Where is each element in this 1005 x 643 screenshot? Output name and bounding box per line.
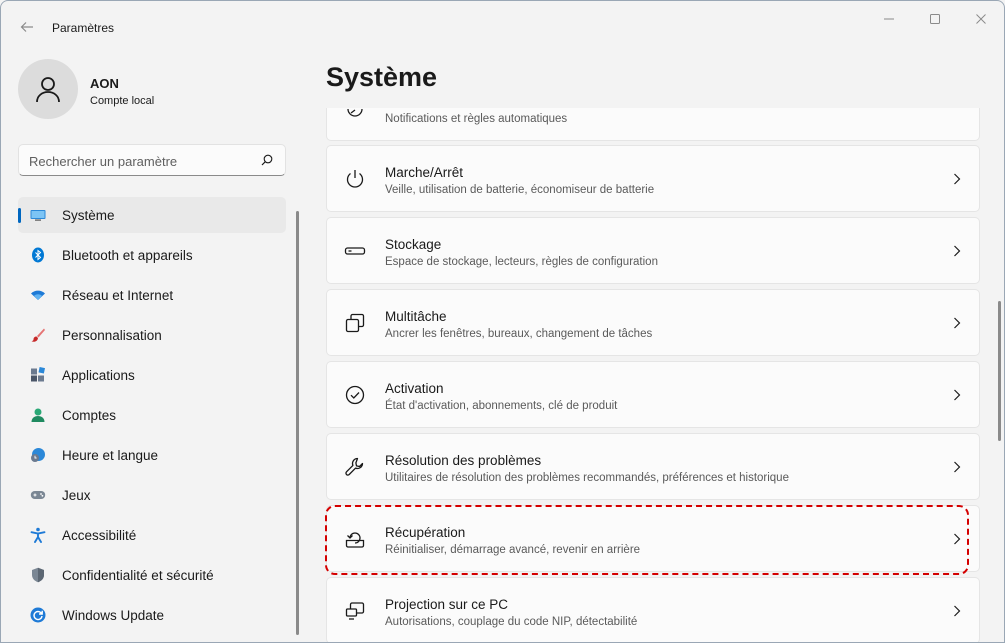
card-subtitle: Ancrer les fenêtres, bureaux, changement… <box>385 328 653 340</box>
card-marche-arret[interactable]: Marche/Arrêt Veille, utilisation de batt… <box>326 145 980 212</box>
card-resolution-problemes[interactable]: Résolution des problèmes Utilitaires de … <box>326 433 980 500</box>
back-arrow-icon <box>20 22 33 32</box>
accessibility-icon <box>29 526 47 544</box>
card-title: Multitâche <box>385 309 447 324</box>
storage-icon <box>344 240 366 262</box>
account-type: Compte local <box>90 95 155 107</box>
sidebar-item-windows-update[interactable]: Windows Update <box>18 597 286 633</box>
card-projection[interactable]: Projection sur ce PC Autorisations, coup… <box>326 577 980 642</box>
person-icon <box>29 406 47 424</box>
monitor-icon <box>29 206 47 224</box>
apps-icon <box>29 366 47 384</box>
card-subtitle: Espace de stockage, lecteurs, règles de … <box>385 256 658 268</box>
shield-icon <box>29 566 47 584</box>
maximize-button[interactable] <box>912 1 958 37</box>
card-multitache[interactable]: Multitâche Ancrer les fenêtres, bureaux,… <box>326 289 980 356</box>
sidebar-item-accessibilite[interactable]: Accessibilité <box>18 517 286 553</box>
sidebar-scrollbar[interactable] <box>296 211 299 635</box>
user-icon <box>36 77 60 103</box>
sidebar-item-systeme[interactable]: Système <box>18 197 286 233</box>
card-title: Stockage <box>385 237 442 252</box>
maximize-icon <box>930 14 940 24</box>
sidebar-item-comptes[interactable]: Comptes <box>18 397 286 433</box>
card-subtitle: Réinitialiser, démarrage avancé, revenir… <box>385 544 641 556</box>
chevron-right-icon <box>954 461 961 473</box>
card-subtitle: Autorisations, couplage du code NIP, dét… <box>385 616 638 628</box>
chevron-right-icon <box>954 173 961 185</box>
close-icon <box>976 14 986 24</box>
sidebar-item-bluetooth[interactable]: Bluetooth et appareils <box>18 237 286 273</box>
page-title: Système <box>326 62 438 92</box>
sidebar-item-heure[interactable]: Heure et langue <box>18 437 286 473</box>
card-subtitle: Veille, utilisation de batterie, économi… <box>385 184 655 196</box>
sidebar-item-label: Personnalisation <box>62 327 162 343</box>
check-circle-icon <box>344 384 366 406</box>
wifi-icon <box>29 286 47 304</box>
multitask-icon <box>344 312 366 334</box>
card-title: Marche/Arrêt <box>385 165 464 180</box>
back-button[interactable] <box>13 13 41 41</box>
sidebar-item-label: Accessibilité <box>62 527 137 543</box>
chevron-right-icon <box>954 605 961 617</box>
search-input[interactable] <box>29 151 249 171</box>
card-activation[interactable]: Activation État d'activation, abonnement… <box>326 361 980 428</box>
card-subtitle: Notifications et règles automatiques <box>385 113 568 125</box>
minimize-icon <box>884 18 894 20</box>
chevron-right-icon <box>954 533 961 545</box>
title-bar: Paramètres <box>1 1 1004 53</box>
main-scrollbar[interactable] <box>998 301 1001 441</box>
card-subtitle: Utilitaires de résolution des problèmes … <box>385 472 789 484</box>
sidebar-item-label: Jeux <box>62 487 91 503</box>
sidebar-item-label: Windows Update <box>62 607 165 623</box>
card-title: Récupération <box>385 525 466 540</box>
card-title: Activation <box>385 381 444 396</box>
sidebar-item-label: Confidentialité et sécurité <box>62 567 214 583</box>
sidebar-item-label: Bluetooth et appareils <box>62 247 193 263</box>
close-button[interactable] <box>958 1 1004 37</box>
sidebar-item-confidentialite[interactable]: Confidentialité et sécurité <box>18 557 286 593</box>
chevron-right-icon <box>954 245 961 257</box>
sidebar-item-label: Réseau et Internet <box>62 287 174 303</box>
sidebar-item-jeux[interactable]: Jeux <box>18 477 286 513</box>
card-stockage[interactable]: Stockage Espace de stockage, lecteurs, r… <box>326 217 980 284</box>
minimize-button[interactable] <box>866 1 912 37</box>
search-icon[interactable] <box>261 154 273 166</box>
chevron-right-icon <box>954 317 961 329</box>
chevron-right-icon <box>954 389 961 401</box>
gamepad-icon <box>29 486 47 504</box>
sidebar-item-label: Système <box>62 207 115 223</box>
window-controls <box>866 1 1004 37</box>
brush-icon <box>29 326 47 344</box>
settings-window: Paramètres AON Compte local Système Blue <box>0 0 1005 643</box>
wrench-icon <box>344 456 366 478</box>
card-title: Résolution des problèmes <box>385 453 542 468</box>
sidebar-item-personnalisation[interactable]: Personnalisation <box>18 317 286 353</box>
sidebar-item-reseau[interactable]: Réseau et Internet <box>18 277 286 313</box>
globe-clock-icon <box>29 446 47 464</box>
card-notifications[interactable]: Notifications et règles automatiques <box>326 108 980 141</box>
update-icon <box>29 606 47 624</box>
power-icon <box>344 168 366 190</box>
focus-icon <box>344 108 366 119</box>
settings-list: Notifications et règles automatiques Mar… <box>326 108 981 642</box>
sidebar-item-applications[interactable]: Applications <box>18 357 286 393</box>
projection-icon <box>344 600 366 622</box>
app-title: Paramètres <box>52 21 115 35</box>
sidebar-item-label: Applications <box>62 367 135 383</box>
sidebar-item-label: Heure et langue <box>62 447 159 463</box>
avatar[interactable] <box>18 59 78 119</box>
card-recuperation[interactable]: Récupération Réinitialiser, démarrage av… <box>326 505 980 572</box>
bluetooth-icon <box>29 246 47 264</box>
recovery-icon <box>344 528 366 550</box>
card-title: Projection sur ce PC <box>385 597 509 612</box>
user-name: AON <box>90 76 119 91</box>
search-box[interactable] <box>18 144 286 176</box>
card-subtitle: État d'activation, abonnements, clé de p… <box>385 400 618 412</box>
sidebar-item-label: Comptes <box>62 407 117 423</box>
sidebar-nav: Système Bluetooth et appareils Réseau et… <box>18 197 286 637</box>
